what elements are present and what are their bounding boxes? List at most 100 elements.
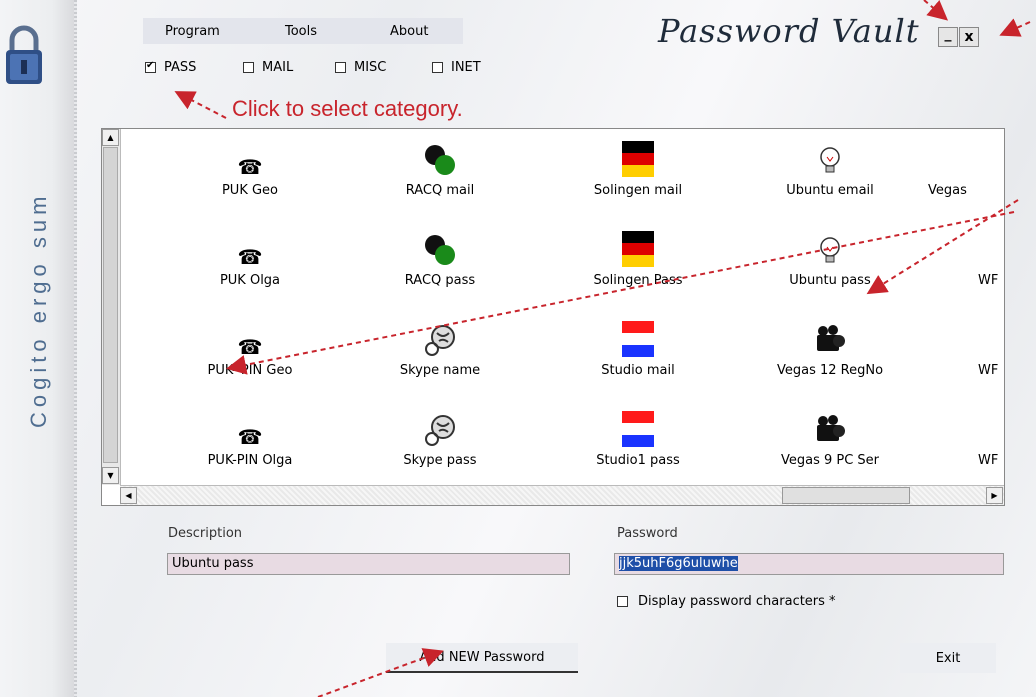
list-item[interactable]: Studio mail (558, 317, 718, 378)
globe-icon (425, 325, 455, 356)
display-chars-checkbox[interactable] (617, 596, 628, 607)
list-item[interactable]: Solingen mail (558, 137, 718, 198)
list-item-label: PUK-PIN Olga (207, 453, 293, 468)
list-item[interactable]: Skype pass (360, 407, 520, 468)
menu-tools[interactable]: Tools (285, 24, 317, 39)
mail-checkbox[interactable] (243, 62, 254, 73)
list-item-label: Studio1 pass (596, 453, 680, 468)
telephone-icon: ☎ (237, 425, 263, 449)
category-inet-label: INET (451, 60, 481, 75)
list-item-label: WF (978, 273, 999, 288)
category-pass[interactable]: PASS (145, 60, 196, 75)
list-item-label: RACQ mail (405, 183, 475, 198)
pass-checkbox[interactable] (145, 60, 156, 73)
list-item-label: WF (978, 453, 999, 468)
list-item[interactable]: WF (978, 407, 1004, 468)
list-item-label: Skype pass (403, 453, 477, 468)
list-item[interactable]: ☎ PUK-PIN Olga (170, 407, 330, 468)
list-item[interactable]: Ubuntu pass (750, 227, 910, 288)
menu-program[interactable]: Program (165, 24, 220, 39)
lightbulb-icon (820, 147, 840, 173)
telephone-icon: ☎ (237, 335, 263, 359)
list-item[interactable]: Solingen Pass (558, 227, 718, 288)
list-item[interactable]: Vegas (928, 137, 1004, 198)
dutch-flag-icon (622, 411, 654, 447)
dutch-flag-icon (622, 321, 654, 357)
list-item-label: Studio mail (601, 363, 675, 378)
menu-bar: Program Tools About (143, 18, 463, 44)
list-item[interactable]: RACQ mail (360, 137, 520, 198)
description-label: Description (168, 526, 243, 541)
password-field[interactable]: jjk5uhF6g6uluwhe (614, 553, 1004, 575)
list-item[interactable]: RACQ pass (360, 227, 520, 288)
list-item[interactable]: ☎ PUK- PIN Geo (170, 317, 330, 378)
left-sidebar: Cogito ergo sum (0, 0, 77, 697)
category-misc[interactable]: MISC (335, 60, 386, 75)
green-black-dots-icon (425, 145, 455, 175)
german-flag-icon (622, 231, 654, 267)
telephone-icon: ☎ (237, 245, 263, 269)
list-item-label: Ubuntu email (786, 183, 874, 198)
password-list[interactable]: ▲ ▼ ☎ PUK Geo ☎ PUK Olga ☎ PUK- PIN Geo … (101, 128, 1005, 506)
vertical-scrollbar[interactable]: ▲ ▼ (102, 129, 121, 485)
list-item-label: PUK Geo (221, 183, 279, 198)
scroll-left-icon[interactable]: ◀ (120, 487, 137, 504)
menu-about[interactable]: About (390, 24, 428, 39)
inet-checkbox[interactable] (432, 62, 443, 73)
list-item-label: Vegas 9 PC Ser (780, 453, 880, 468)
telephone-icon: ☎ (237, 155, 263, 179)
camera-icon (817, 415, 845, 441)
list-item[interactable]: Studio1 pass (558, 407, 718, 468)
list-item[interactable]: WF (978, 227, 1004, 288)
list-item-label: WF (978, 363, 999, 378)
green-black-dots-icon (425, 235, 455, 265)
password-value: jjk5uhF6g6uluwhe (619, 556, 738, 571)
scroll-down-icon[interactable]: ▼ (102, 467, 119, 484)
list-item[interactable]: WF (978, 317, 1004, 378)
lightbulb-icon (820, 237, 840, 263)
camera-icon (817, 325, 845, 351)
category-misc-label: MISC (354, 60, 387, 75)
close-button[interactable]: x (959, 27, 979, 47)
list-item[interactable]: Vegas 9 PC Ser (750, 407, 910, 468)
padlock-icon (6, 25, 42, 84)
list-item-label: PUK- PIN Geo (207, 363, 293, 378)
scroll-right-icon[interactable]: ▶ (986, 487, 1003, 504)
list-item-label: Ubuntu pass (789, 273, 871, 288)
display-chars-toggle[interactable]: Display password characters * (617, 594, 836, 609)
horizontal-scrollbar[interactable]: ◀ ▶ (120, 485, 1004, 505)
list-item-label: PUK Olga (219, 273, 281, 288)
list-item-label: Solingen Pass (593, 273, 683, 288)
misc-checkbox[interactable] (335, 62, 346, 73)
description-field[interactable]: Ubuntu pass (167, 553, 570, 575)
motto-text: Cogito ergo sum (26, 191, 51, 428)
list-item-label: Skype name (399, 363, 481, 378)
list-item[interactable]: ☎ PUK Geo (170, 137, 330, 198)
vertical-scroll-thumb[interactable] (103, 147, 118, 463)
password-label: Password (617, 526, 678, 541)
close-icon: x (964, 29, 974, 45)
category-pass-label: PASS (164, 60, 197, 75)
list-item[interactable]: Ubuntu email (750, 137, 910, 198)
horizontal-scroll-thumb[interactable] (782, 487, 910, 504)
category-mail[interactable]: MAIL (243, 60, 293, 75)
globe-icon (425, 415, 455, 446)
category-inet[interactable]: INET (432, 60, 481, 75)
scroll-up-icon[interactable]: ▲ (102, 129, 119, 146)
category-hint: Click to select category. (232, 96, 463, 121)
list-item[interactable]: Skype name (360, 317, 520, 378)
list-item-label: RACQ pass (404, 273, 476, 288)
german-flag-icon (622, 141, 654, 177)
minimize-icon: _ (944, 26, 952, 42)
minimize-button[interactable]: _ (938, 26, 958, 47)
list-item-label: Vegas 12 RegNo (776, 363, 884, 378)
category-mail-label: MAIL (262, 60, 294, 75)
list-item-label: Solingen mail (593, 183, 683, 198)
list-item[interactable]: ☎ PUK Olga (170, 227, 330, 288)
exit-button[interactable]: Exit (900, 643, 996, 673)
password-grid: ☎ PUK Geo ☎ PUK Olga ☎ PUK- PIN Geo ☎ PU… (120, 129, 1004, 485)
add-new-password-button[interactable]: Add NEW Password (386, 643, 578, 673)
list-item[interactable]: Vegas 12 RegNo (750, 317, 910, 378)
list-item-label: Vegas (928, 183, 967, 198)
display-chars-label: Display password characters * (638, 594, 836, 609)
